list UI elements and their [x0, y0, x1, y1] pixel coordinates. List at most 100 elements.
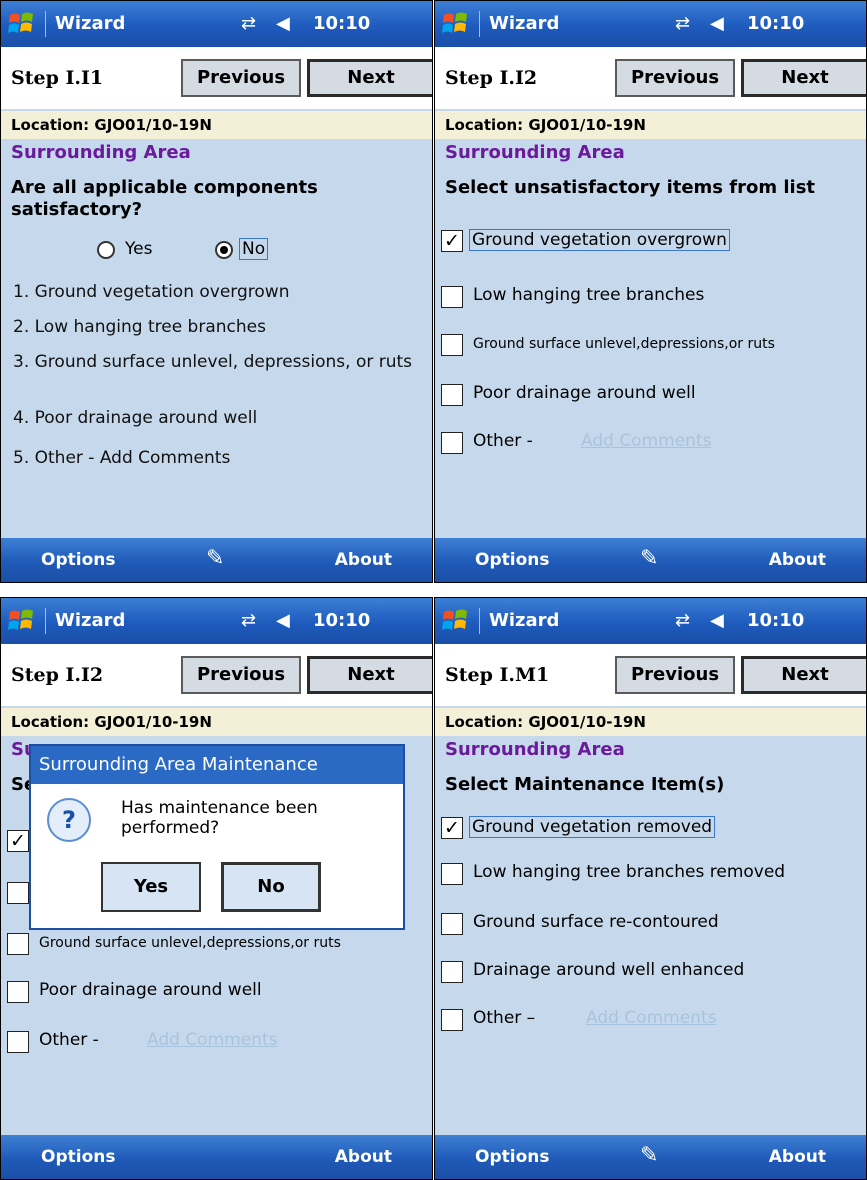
step-label: Step I.M1 [445, 664, 550, 686]
title-bar: Wizard ⇄ ◀ 10:10 [435, 1, 866, 47]
checkbox-row[interactable]: Ground surface re-contoured [441, 910, 861, 940]
checkbox-checked[interactable]: ✓ [441, 230, 463, 252]
maintenance-dialog: Surrounding Area Maintenance ? Has maint… [29, 744, 405, 930]
input-pen-icon[interactable]: ✎ [640, 546, 658, 571]
yes-radio-label[interactable]: Yes [125, 239, 152, 259]
previous-button[interactable]: Previous [615, 656, 735, 694]
clock[interactable]: 10:10 [313, 13, 370, 34]
checkbox-label[interactable]: Poor drainage around well [39, 980, 262, 1000]
checkbox[interactable] [441, 384, 463, 406]
question-icon: ? [47, 798, 91, 842]
checkbox[interactable] [7, 933, 29, 955]
checkbox[interactable] [441, 961, 463, 983]
checkbox-row[interactable]: Other - Add Comments [7, 1028, 427, 1058]
no-radio-label[interactable]: No [239, 238, 269, 260]
next-button[interactable]: Next [741, 59, 866, 97]
about-softkey[interactable]: About [769, 1147, 826, 1167]
checkbox-row[interactable]: Ground surface unlevel,depressions,or ru… [7, 930, 427, 960]
volume-icon[interactable]: ◀ [276, 610, 290, 631]
checkbox-row[interactable]: Low hanging tree branches removed [441, 860, 861, 890]
checkbox-row[interactable]: Poor drainage around well [441, 381, 861, 411]
checkbox-row[interactable]: Poor drainage around well [7, 978, 427, 1008]
checkbox[interactable] [441, 863, 463, 885]
checkbox-label[interactable]: Drainage around well enhanced [473, 960, 744, 980]
checkbox-label[interactable]: Ground surface unlevel,depressions,or ru… [473, 336, 775, 352]
checkbox-row[interactable]: Other - Add Comments [441, 429, 861, 459]
add-comments-link[interactable]: Add Comments [586, 1008, 716, 1028]
checkbox-row[interactable]: ✓ Ground vegetation overgrown [441, 227, 861, 257]
checkbox-label[interactable]: Ground vegetation overgrown [469, 229, 730, 251]
checkbox[interactable] [7, 1031, 29, 1053]
checkbox[interactable] [441, 334, 463, 356]
clock[interactable]: 10:10 [747, 610, 804, 631]
checkbox-label[interactable]: Poor drainage around well [473, 383, 696, 403]
prompt-text: Select Maintenance Item(s) [445, 774, 725, 795]
connectivity-icon[interactable]: ⇄ [241, 610, 256, 631]
no-radio[interactable] [215, 241, 233, 259]
checkbox-label[interactable]: Ground surface re-contoured [473, 912, 719, 932]
screen-step-m1: Wizard ⇄ ◀ 10:10 Step I.M1 Previous Next… [434, 597, 867, 1180]
checkbox-label[interactable]: Other – [473, 1008, 535, 1028]
checkbox-row[interactable]: Drainage around well enhanced [441, 958, 861, 988]
dialog-yes-button[interactable]: Yes [101, 862, 201, 912]
options-softkey[interactable]: Options [475, 1147, 549, 1167]
input-pen-icon[interactable]: ✎ [206, 546, 224, 571]
dialog-no-button[interactable]: No [221, 862, 321, 912]
next-button[interactable]: Next [307, 656, 432, 694]
checkbox-row[interactable]: Other – Add Comments [441, 1006, 861, 1036]
options-softkey[interactable]: Options [41, 1147, 115, 1167]
checkbox[interactable] [441, 913, 463, 935]
checkbox-row[interactable]: Ground surface unlevel,depressions,or ru… [441, 331, 861, 361]
windows-start-icon[interactable] [7, 9, 37, 39]
checkbox-label[interactable]: Other - [473, 431, 533, 451]
connectivity-icon[interactable]: ⇄ [241, 13, 256, 34]
dialog-title: Surrounding Area Maintenance [31, 746, 403, 784]
checkbox[interactable] [441, 286, 463, 308]
checkbox[interactable] [441, 432, 463, 454]
checkbox-label[interactable]: Other - [39, 1030, 99, 1050]
checkbox[interactable] [7, 981, 29, 1003]
previous-button[interactable]: Previous [181, 656, 301, 694]
checkbox-label[interactable]: Low hanging tree branches [473, 285, 704, 305]
add-comments-link[interactable]: Add Comments [147, 1030, 277, 1050]
previous-button[interactable]: Previous [615, 59, 735, 97]
app-title: Wizard [55, 13, 126, 34]
about-softkey[interactable]: About [335, 1147, 392, 1167]
checkbox-label[interactable]: Low hanging tree branches removed [473, 862, 785, 882]
location-bar: Location: GJO01/10-19N [435, 111, 866, 139]
next-button[interactable]: Next [307, 59, 432, 97]
list-item: 3. Ground surface unlevel, depressions, … [13, 352, 413, 372]
about-softkey[interactable]: About [335, 550, 392, 570]
about-softkey[interactable]: About [769, 550, 826, 570]
windows-start-icon[interactable] [441, 9, 471, 39]
checkbox-checked[interactable]: ✓ [7, 830, 29, 852]
clock[interactable]: 10:10 [747, 13, 804, 34]
dialog-message: Has maintenance been performed? [121, 798, 318, 838]
connectivity-icon[interactable]: ⇄ [675, 610, 690, 631]
section-title: Surrounding Area [445, 739, 625, 760]
yes-radio[interactable] [97, 241, 115, 259]
checkbox-checked[interactable]: ✓ [441, 817, 463, 839]
input-pen-icon[interactable]: ✎ [640, 1143, 658, 1168]
add-comments-link[interactable]: Add Comments [581, 431, 711, 451]
question-text: Are all applicable components satisfacto… [11, 177, 318, 220]
checkbox-row[interactable]: Low hanging tree branches [441, 283, 861, 313]
checkbox[interactable] [441, 1009, 463, 1031]
checkbox-row[interactable]: ✓ Ground vegetation removed [441, 814, 861, 844]
checkbox-label[interactable]: Ground surface unlevel,depressions,or ru… [39, 935, 341, 951]
windows-start-icon[interactable] [7, 606, 37, 636]
previous-button[interactable]: Previous [181, 59, 301, 97]
checkbox-label[interactable]: Ground vegetation removed [469, 816, 716, 838]
volume-icon[interactable]: ◀ [276, 13, 290, 34]
checkbox[interactable] [7, 882, 29, 904]
title-bar: Wizard ⇄ ◀ 10:10 [1, 598, 432, 644]
options-softkey[interactable]: Options [475, 550, 549, 570]
volume-icon[interactable]: ◀ [710, 13, 724, 34]
windows-start-icon[interactable] [441, 606, 471, 636]
next-button[interactable]: Next [741, 656, 866, 694]
options-softkey[interactable]: Options [41, 550, 115, 570]
volume-icon[interactable]: ◀ [710, 610, 724, 631]
clock[interactable]: 10:10 [313, 610, 370, 631]
connectivity-icon[interactable]: ⇄ [675, 13, 690, 34]
step-bar: Step I.M1 Previous Next [435, 644, 866, 706]
